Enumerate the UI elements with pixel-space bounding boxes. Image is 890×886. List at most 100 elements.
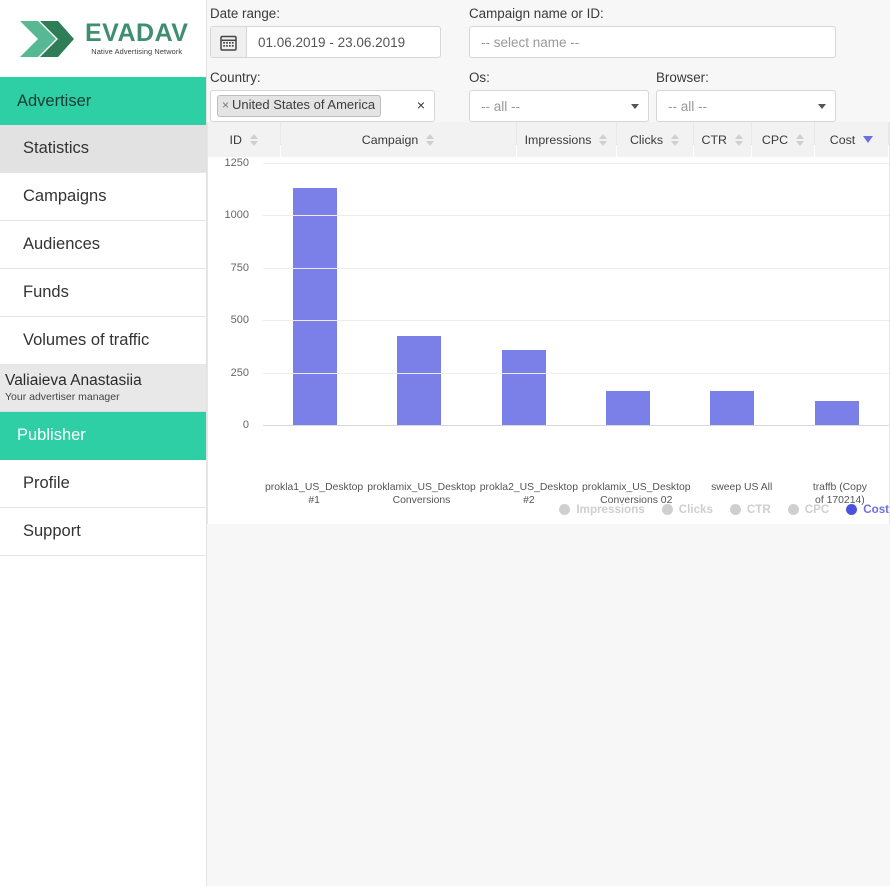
sidebar-section-advertiser[interactable]: Advertiser [0, 77, 206, 125]
campaign-name-input[interactable]: -- select name -- [469, 26, 836, 58]
sidebar-item-campaigns-label: Campaigns [23, 187, 107, 205]
country-tag-remove-icon[interactable]: × [222, 98, 229, 113]
table-header-ctr[interactable]: CTR [693, 122, 752, 159]
chart-y-axis: 0 250 500 750 1000 1250 [213, 145, 255, 478]
table-header-campaign[interactable]: Campaign [280, 122, 517, 159]
chart-x-tick-label: prokla1_US_Desktop #1 [265, 482, 364, 506]
cost-bar-chart[interactable]: 0 250 500 750 1000 1250 prokla1_US_Desktop #1… [208, 145, 889, 506]
sort-toggle-icon[interactable] [796, 133, 805, 146]
chart-bar[interactable] [293, 188, 338, 425]
chevron-down-icon[interactable] [631, 104, 639, 109]
campaign-name-label: Campaign name or ID: [469, 6, 604, 21]
os-label: Os: [469, 70, 490, 85]
chart-plot-area [263, 145, 889, 478]
filters-panel: Date range: 01.06.2019 - 23.06.2019 Camp… [207, 0, 890, 122]
chart-bar-slot[interactable] [785, 163, 889, 425]
country-tag[interactable]: × United States of America [217, 95, 382, 117]
sidebar-item-volumes-of-traffic[interactable]: Volumes of traffic [0, 317, 206, 365]
country-field: Country: × United States of America × [210, 70, 435, 122]
account-manager-block: Valiaieva Anastasiia Your advertiser man… [0, 365, 206, 412]
sidebar-item-statistics[interactable]: Statistics [0, 125, 206, 173]
sidebar-item-funds-label: Funds [23, 283, 69, 301]
sidebar-item-audiences[interactable]: Audiences [0, 221, 206, 269]
country-clear-icon[interactable]: × [417, 98, 425, 112]
sidebar-section-publisher[interactable]: Publisher [0, 411, 206, 460]
sidebar-item-profile[interactable]: Profile [0, 459, 206, 508]
chart-legend-label: Clicks [678, 503, 713, 516]
sidebar-item-funds[interactable]: Funds [0, 269, 206, 317]
sidebar-item-audiences-label: Audiences [23, 235, 101, 253]
filters-row-2: Country: × United States of America × Os… [207, 70, 890, 122]
chart-legend: Impressions Clicks CTR CPC Cost [559, 503, 889, 516]
chart-bar[interactable] [710, 391, 755, 425]
chart-gridline [263, 372, 889, 374]
chart-bar[interactable] [397, 335, 442, 425]
browser-select[interactable]: -- all -- [656, 90, 836, 122]
chart-y-tick: 500 [230, 314, 249, 327]
sort-desc-active-icon[interactable] [863, 136, 874, 143]
sort-toggle-icon[interactable] [249, 133, 258, 146]
chart-bar-slot[interactable] [680, 163, 784, 425]
date-range-input[interactable]: 01.06.2019 - 23.06.2019 [210, 26, 441, 58]
brand-name: EVADAV [85, 19, 189, 48]
chart-y-tick: 1000 [224, 209, 249, 222]
chart-bars [263, 163, 889, 425]
chart-gridline [263, 320, 889, 322]
chart-bar-slot[interactable] [576, 163, 680, 425]
sidebar-item-support[interactable]: Support [0, 507, 206, 556]
chart-bar-slot[interactable] [367, 163, 471, 425]
chart-legend-label: Impressions [576, 503, 645, 516]
sidebar-section-advertiser-label: Advertiser [17, 91, 92, 110]
sidebar-section-publisher-label: Publisher [17, 426, 86, 445]
sort-toggle-icon[interactable] [671, 133, 680, 146]
table-header-clicks[interactable]: Clicks [616, 122, 694, 159]
chart-legend-label: CPC [804, 503, 830, 516]
chart-bar[interactable] [606, 390, 651, 425]
table-header-id[interactable]: ID [208, 122, 281, 159]
sort-toggle-icon[interactable] [599, 133, 608, 146]
brand-logo[interactable]: EVADAV Native Advertising Network [0, 0, 206, 77]
chart-gridline [263, 215, 889, 217]
chart-bar[interactable] [814, 400, 859, 425]
chart-bar-slot[interactable] [263, 163, 367, 425]
chart-gridline [263, 267, 889, 269]
os-select[interactable]: -- all -- [469, 90, 649, 122]
sidebar-item-campaigns[interactable]: Campaigns [0, 173, 206, 221]
table-header-label: CTR [701, 132, 727, 147]
chart-y-tick: 0 [242, 419, 249, 431]
country-label: Country: [210, 70, 261, 85]
sort-toggle-icon[interactable] [734, 133, 743, 146]
table-header-impressions[interactable]: Impressions [516, 122, 617, 159]
chart-bar[interactable] [501, 349, 546, 425]
chart-y-tick: 1250 [224, 157, 249, 169]
legend-dot-icon [787, 504, 799, 515]
sort-toggle-icon[interactable] [426, 133, 435, 146]
calendar-icon[interactable] [211, 27, 247, 57]
main-content: Date range: 01.06.2019 - 23.06.2019 Camp… [207, 0, 890, 886]
chart-legend-item[interactable]: Cost [846, 503, 889, 516]
chart-bar-slot[interactable] [472, 163, 576, 425]
sidebar-item-volumes-label: Volumes of traffic [23, 331, 150, 349]
legend-dot-icon [729, 504, 741, 515]
chart-legend-item[interactable]: CPC [787, 503, 830, 516]
table-header-label: Impressions [524, 132, 592, 147]
evadav-chevron-icon [18, 17, 76, 61]
brand-tagline: Native Advertising Network [91, 47, 183, 57]
table-header-label: ID [229, 132, 242, 147]
chart-legend-item[interactable]: CTR [729, 503, 771, 516]
campaign-name-field: Campaign name or ID: -- select name -- [469, 6, 836, 58]
table-header-cpc[interactable]: CPC [751, 122, 815, 159]
browser-field: Browser: -- all -- [656, 70, 836, 122]
date-range-label: Date range: [210, 6, 280, 21]
chart-legend-item[interactable]: Impressions [559, 503, 645, 516]
table-header-cost[interactable]: Cost [814, 122, 890, 159]
chart-y-tick: 750 [230, 261, 249, 274]
table-header-label: CPC [761, 132, 789, 147]
chevron-down-icon[interactable] [818, 104, 826, 109]
table-header-label: Campaign [361, 132, 419, 147]
chart-legend-item[interactable]: Clicks [661, 503, 713, 516]
sidebar-item-support-label: Support [23, 521, 81, 540]
country-select[interactable]: × United States of America × [210, 90, 435, 122]
legend-dot-icon [661, 504, 673, 515]
filters-row-1: Date range: 01.06.2019 - 23.06.2019 Camp… [207, 6, 890, 58]
